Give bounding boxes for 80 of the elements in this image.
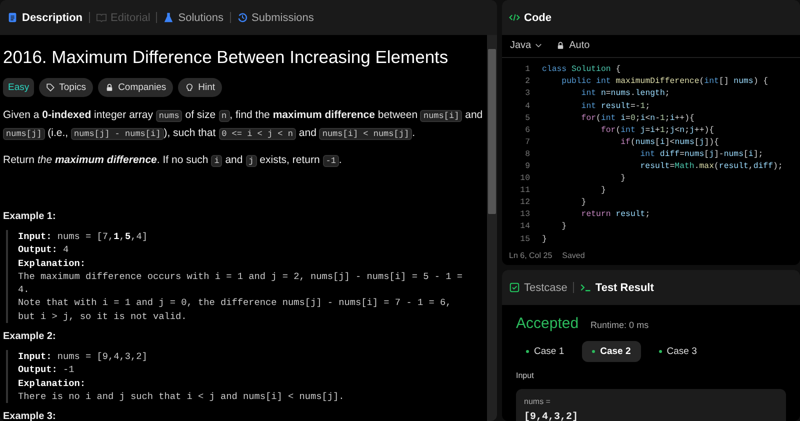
tag-icon	[46, 83, 56, 92]
checkbox-icon	[509, 282, 520, 293]
code-line: int result=-1;	[580, 102, 650, 111]
line-number: 6	[524, 126, 531, 135]
input-name: nums =	[524, 397, 552, 406]
problem-paragraph: Return the maximum difference. If no such i and j exists, return -1 .	[3, 153, 343, 169]
line-number: 4	[524, 102, 531, 111]
tag-button[interactable]: Hint	[178, 78, 222, 97]
history-icon	[236, 12, 248, 23]
line-number: 12	[519, 198, 531, 208]
code-line: for(int j=i+1;j<n;j++){	[600, 126, 714, 135]
code-line: int diff=nums[j]-nums[i];	[639, 150, 764, 159]
scrollbar[interactable]	[487, 35, 497, 421]
example-heading: Example 3:	[3, 411, 57, 421]
flask-icon	[163, 12, 174, 23]
example-line: Output: 4	[18, 243, 70, 257]
book-icon	[96, 12, 107, 23]
problem-title: 2016. Maximum Difference Between Increasing Elements	[3, 47, 450, 68]
line-number: 10	[519, 174, 531, 184]
example-heading: Example 2:	[3, 331, 57, 342]
line-number: 15	[519, 234, 531, 244]
code-line: class Solution {	[542, 65, 621, 74]
input-value: [9,4,3,2]	[524, 412, 580, 421]
code-line: int n=nums.length;	[580, 89, 670, 98]
code-line: }	[542, 234, 547, 244]
line-number: 9	[524, 162, 531, 171]
auto-mode-button[interactable]: Auto	[554, 40, 592, 52]
code-line: public int maximumDifference(int[] nums) {	[560, 77, 768, 86]
terminal-icon	[580, 282, 592, 293]
code-line: for(int i=0;i<n-1;i++){	[580, 114, 694, 123]
panel-tab[interactable]: Testcase	[506, 278, 570, 296]
panel-tab[interactable]: Test Result	[577, 278, 657, 296]
example-line: The maximum difference occurs with i = 1 and j = 2, nums[j] - nums[i] = 5 - 1 = 4.	[18, 270, 464, 296]
line-number: 1	[524, 65, 531, 74]
result-status: Accepted	[516, 315, 579, 332]
input-label: Input	[516, 371, 535, 380]
example-line: Output: -1	[18, 363, 76, 377]
code-line: }	[600, 186, 606, 196]
code-line: return result;	[580, 210, 650, 220]
lock-icon	[556, 41, 566, 50]
lock-icon	[105, 83, 114, 92]
lightbulb-icon	[185, 83, 194, 92]
example-line: Explanation:	[18, 376, 87, 390]
line-number: 2	[524, 77, 531, 86]
line-number: 5	[524, 114, 531, 123]
panel-tab[interactable]: Submissions	[234, 8, 317, 26]
difficulty-badge: Easy	[3, 78, 34, 97]
example-heading: Example 1:	[3, 211, 57, 222]
runtime-label: Runtime: 0 ms	[590, 320, 649, 330]
tag-button[interactable]: Companies	[98, 78, 174, 97]
example-line: Input: nums = [9,4,3,2]	[18, 350, 148, 364]
line-number: 14	[519, 222, 531, 232]
line-number: 7	[524, 138, 531, 147]
line-number: 3	[524, 89, 531, 98]
line-number: 11	[519, 186, 531, 196]
language-dropdown[interactable]: Java	[508, 40, 544, 52]
line-number: 8	[524, 150, 531, 159]
example-line: Input: nums = [7,1,5,4]	[18, 230, 148, 244]
case-tab[interactable]: Case 2	[582, 341, 641, 362]
document-icon	[7, 12, 18, 23]
example-line: Note that with i = 1 and j = 0, the difference nums[j] - nums[i] = 7 - 1 = 6, but i > j, so it is not valid.	[18, 296, 452, 324]
code-line: }	[560, 222, 567, 232]
code-line: if(nums[i]<nums[j]){	[620, 138, 719, 147]
code-line: }	[580, 198, 586, 208]
code-icon	[509, 12, 520, 23]
save-status: Saved	[562, 250, 585, 260]
line-number: 13	[519, 210, 531, 220]
example-line: There is no i and j such that i < j and nums[i] < nums[j].	[18, 390, 346, 404]
cursor-position: Ln 6, Col 25	[509, 250, 552, 260]
code-line: }	[620, 174, 626, 184]
panel-tab[interactable]: Code	[506, 8, 554, 26]
panel-tab[interactable]: Solutions	[160, 8, 227, 26]
chevron-down-icon	[535, 43, 542, 48]
example-line: Explanation:	[18, 256, 87, 270]
case-tab[interactable]: Case 1	[516, 341, 574, 362]
code-line: result=Math.max(result,diff);	[639, 162, 783, 171]
problem-paragraph: Given a 0-indexed integer array nums of size n , find the maximum difference between nums[i] and nums[j] (i.e., nums[j] - nums[i] ), such that 0 <= i < j < n and nums[i] < nums[j] .	[3, 108, 484, 142]
case-tab[interactable]: Case 3	[648, 341, 707, 362]
tag-button[interactable]: Topics	[39, 78, 94, 97]
panel-tab[interactable]: Description	[4, 8, 86, 26]
